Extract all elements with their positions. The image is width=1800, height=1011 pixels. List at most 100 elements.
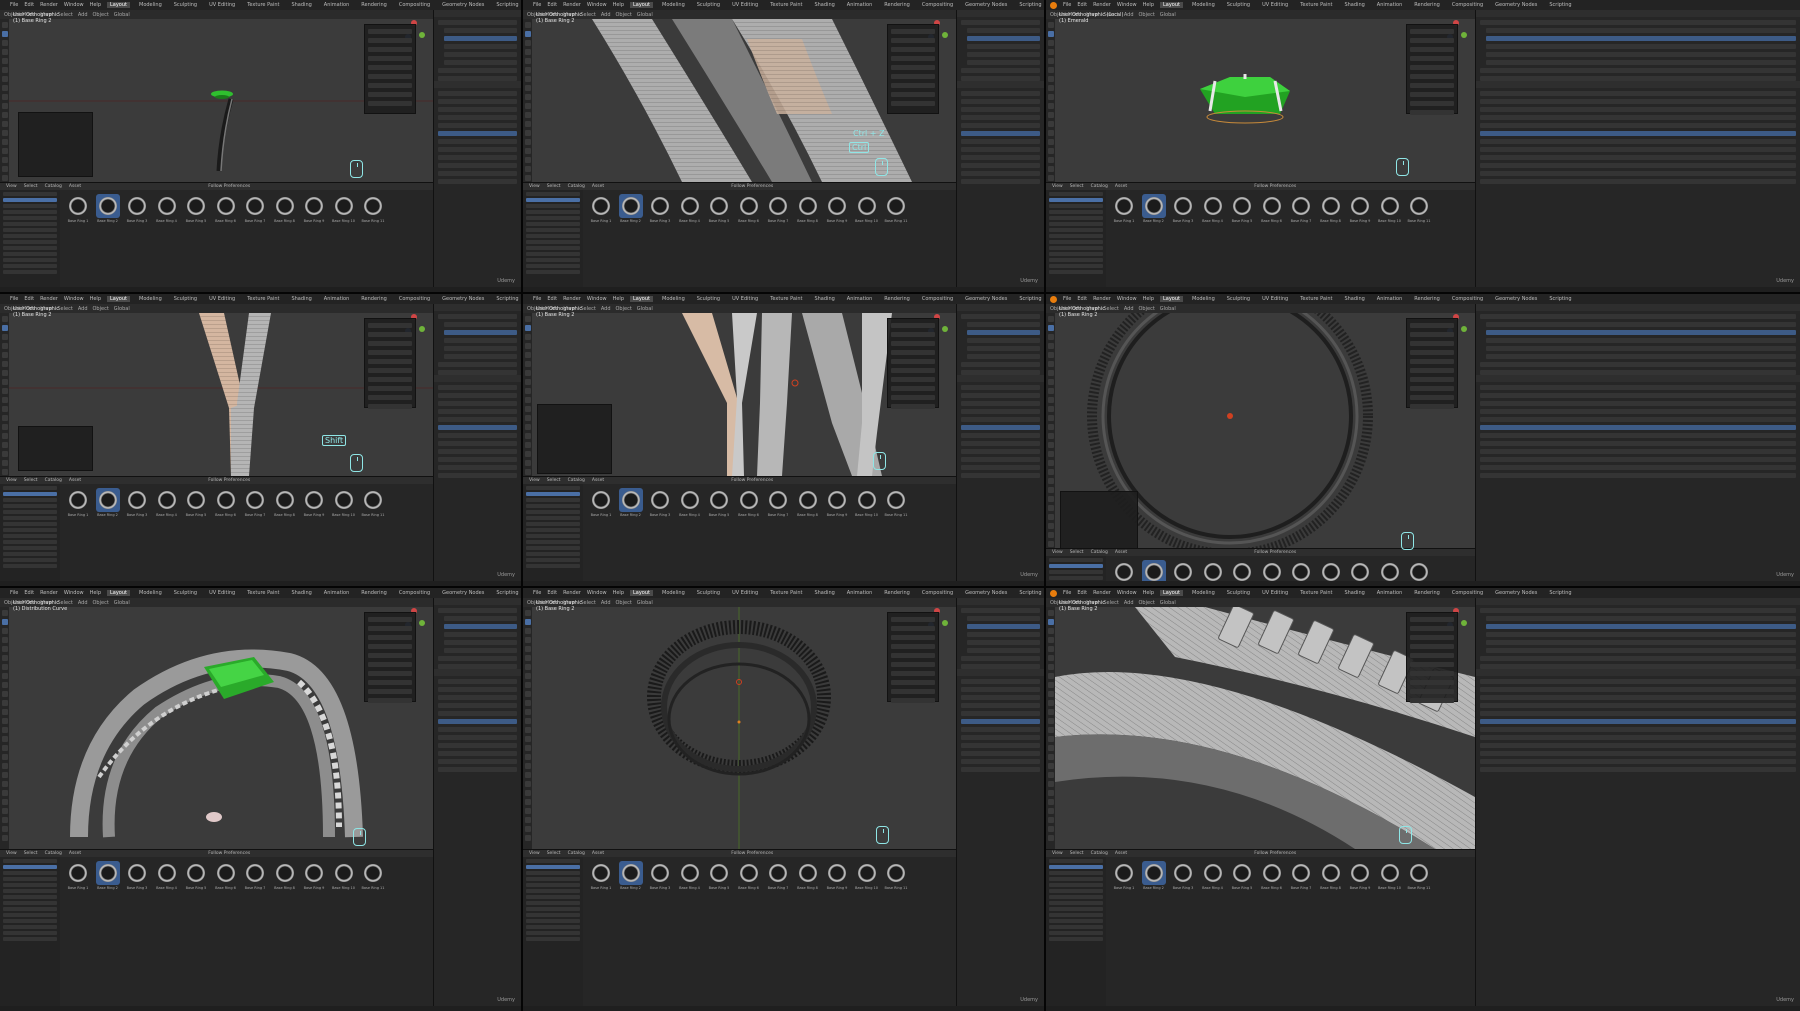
tool-icon[interactable] [524,58,531,64]
tool-icon[interactable] [1,628,8,634]
catalog-item[interactable] [3,859,57,863]
tab-shading[interactable]: Shading [811,296,837,302]
asset-tile[interactable]: Base Ring 1 [66,194,90,224]
property-field[interactable] [891,341,935,346]
asset-tile[interactable]: Base Ring 6 [1260,194,1284,224]
property-field[interactable] [1410,698,1454,703]
asset-menu-catalog[interactable]: Catalog [568,184,585,189]
asset-menu-view[interactable]: View [1052,550,1063,555]
tool-icon[interactable] [1047,835,1054,841]
tab-modeling[interactable]: Modeling [659,590,688,596]
asset-thumbnail[interactable] [214,194,238,218]
catalog-item[interactable] [3,871,57,875]
asset-thumbnail[interactable] [707,861,731,885]
asset-thumbnail[interactable] [589,861,613,885]
header-add[interactable]: Add [1124,12,1134,18]
tab-texture-paint[interactable]: Texture Paint [767,296,805,302]
menu-edit[interactable]: Edit [547,590,557,596]
catalog-item[interactable] [1049,558,1103,562]
property-field[interactable] [368,404,412,409]
asset-menu-asset[interactable]: Asset [69,184,81,189]
asset-thumbnail[interactable] [332,488,356,512]
tool-icon[interactable] [524,76,531,82]
catalog-item[interactable] [526,895,580,899]
tool-icon[interactable] [1,781,8,787]
tool-icon[interactable] [1047,817,1054,823]
property-field[interactable] [1410,404,1454,409]
property-row[interactable] [1480,687,1796,692]
catalog-item[interactable] [526,925,580,929]
property-row[interactable] [961,711,1040,716]
tool-icon[interactable] [1,619,8,625]
asset-thumbnail[interactable] [1171,861,1195,885]
property-field[interactable] [891,368,935,373]
tab-rendering[interactable]: Rendering [358,590,390,596]
asset-thumbnail[interactable] [273,194,297,218]
tool-icon[interactable] [524,442,531,448]
catalog-item[interactable] [1049,925,1103,929]
menu-render[interactable]: Render [40,2,58,8]
tool-icon[interactable] [524,112,531,118]
asset-tile[interactable]: Base Ring 10 [1378,861,1402,891]
property-row[interactable] [961,703,1040,708]
outliner-item[interactable] [444,60,517,65]
tab-geometry-nodes[interactable]: Geometry Nodes [962,296,1010,302]
property-row[interactable] [961,465,1040,470]
tool-icon[interactable] [524,379,531,385]
property-field[interactable] [368,377,412,382]
asset-tile[interactable]: Base Ring 11 [884,194,908,224]
asset-thumbnail[interactable] [95,194,120,218]
property-row[interactable] [1480,441,1796,446]
asset-thumbnail[interactable] [589,194,613,218]
sidebar-n-panel[interactable] [1406,318,1458,409]
tab-sculpting[interactable]: Sculpting [1224,590,1253,596]
catalog-item[interactable] [526,252,580,256]
outliner-item[interactable] [1486,338,1796,343]
property-field[interactable] [891,377,935,382]
tool-icon[interactable] [524,424,531,430]
catalog-item[interactable] [526,192,580,196]
catalog-item[interactable] [1049,931,1103,935]
catalog-item[interactable] [1049,919,1103,923]
adjust-last-operation-panel[interactable] [18,112,93,177]
property-row[interactable] [961,155,1040,160]
catalog-item[interactable] [526,264,580,268]
tab-rendering[interactable]: Rendering [881,296,913,302]
asset-thumbnail[interactable] [184,861,208,885]
asset-thumbnail[interactable] [361,488,385,512]
property-row[interactable] [961,767,1040,772]
property-field[interactable] [368,617,412,622]
catalog-item[interactable] [526,498,580,502]
asset-tile[interactable]: Base Ring 9 [825,488,849,518]
asset-menu-catalog[interactable]: Catalog [1091,851,1108,856]
tab-scripting[interactable]: Scripting [1546,296,1574,302]
property-row[interactable] [961,441,1040,446]
property-field[interactable] [891,47,935,52]
property-row[interactable] [1480,719,1796,724]
outliner-item[interactable] [438,68,517,73]
asset-thumbnail[interactable] [302,488,326,512]
asset-thumbnail[interactable] [707,194,731,218]
asset-thumbnail[interactable] [796,488,820,512]
catalog-item[interactable] [3,216,57,220]
header-object[interactable]: Object [93,12,109,18]
tool-icon[interactable] [1,166,8,172]
asset-thumbnail[interactable] [1289,194,1313,218]
header-add[interactable]: Add [601,600,611,606]
asset-tile[interactable]: Base Ring 5 [707,194,731,224]
outliner-item[interactable] [967,616,1040,621]
catalog-item[interactable] [526,919,580,923]
asset-menu-select[interactable]: Select [24,184,38,189]
tool-icon[interactable] [524,682,531,688]
catalog-item[interactable] [526,234,580,238]
tool-icon[interactable] [1047,316,1054,322]
catalog-item[interactable] [3,919,57,923]
menu-help[interactable]: Help [90,590,101,596]
outliner-item[interactable] [1486,640,1796,645]
property-row[interactable] [961,695,1040,700]
catalog-item[interactable] [1049,252,1103,256]
tab-animation[interactable]: Animation [844,296,876,302]
property-field[interactable] [1410,368,1454,373]
catalog-item[interactable] [526,492,580,496]
catalog-item[interactable] [1049,192,1103,196]
